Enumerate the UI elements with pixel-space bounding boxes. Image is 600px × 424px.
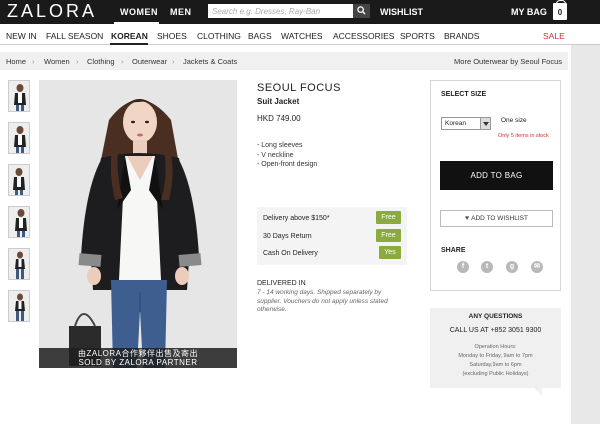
hours-line: (excluding Public Holidays) (462, 371, 529, 377)
category-brands[interactable]: BRANDS (444, 31, 479, 41)
hours-line: Monday to Friday, 9am to 7pm (458, 353, 533, 359)
questions-phone[interactable]: CALL US AT +852 3051 9300 (430, 327, 561, 334)
stock-warning: Only 5 items in stock (498, 133, 549, 139)
delivery-info-box: Delivery above $150* Free 30 Days Return… (257, 207, 407, 265)
share-title: SHARE (441, 247, 466, 254)
product-thumbnail[interactable] (8, 80, 30, 112)
zalora-logo[interactable]: ZALORA (7, 1, 97, 22)
product-thumbnail[interactable] (8, 206, 30, 238)
delivery-label: Delivery above $150* (263, 215, 330, 222)
size-option[interactable]: One size (501, 117, 527, 124)
breadcrumb-separator: › (76, 57, 79, 66)
thumbnail-image (9, 291, 29, 321)
search-input[interactable] (208, 4, 353, 18)
size-system-select[interactable]: Korean (441, 117, 491, 130)
delivered-in-text: 7 - 14 working days. Shipped separately … (257, 289, 388, 313)
facebook-icon[interactable]: f (457, 261, 469, 273)
product-features: - Long sleeves - V neckline - Open-front… (257, 141, 317, 170)
model-illustration (39, 80, 237, 368)
search-icon (357, 6, 366, 15)
delivery-badge: Free (376, 211, 401, 224)
buy-box: SELECT SIZE Korean One size Only 5 items… (430, 80, 561, 291)
partner-caption: 由ZALORA合作夥伴出售及寄出 SOLD BY ZALORA PARTNER (39, 348, 237, 368)
nav-men[interactable]: MEN (170, 7, 192, 17)
return-label: 30 Days Return (263, 233, 312, 240)
chevron-down-icon (480, 118, 490, 129)
bag-count: 0 (557, 8, 563, 17)
cod-badge: Yes (379, 246, 401, 259)
breadcrumb-separator: › (172, 57, 175, 66)
partner-caption-chinese: 由ZALORA合作夥伴出售及寄出 (77, 349, 198, 358)
category-nav: NEW IN FALL SEASON KOREAN SHOES CLOTHING… (0, 24, 600, 45)
shopping-bag-icon[interactable]: 0 (553, 0, 567, 20)
more-by-brand-link[interactable]: More Outerwear by Seoul Focus (454, 57, 562, 66)
add-to-wishlist-label: ADD TO WISHLIST (471, 215, 528, 222)
twitter-icon[interactable]: t (481, 261, 493, 273)
breadcrumb-women[interactable]: Women (44, 57, 70, 66)
product-brand[interactable]: SEOUL FOCUS (257, 82, 341, 94)
customer-service-box: ANY QUESTIONS CALL US AT +852 3051 9300 … (430, 308, 561, 396)
thumbnail-image (9, 81, 29, 111)
category-fall-season[interactable]: FALL SEASON (46, 31, 103, 41)
category-korean[interactable]: KOREAN (111, 31, 148, 41)
nav-women[interactable]: WOMEN (120, 7, 158, 17)
feature-item: - Open-front design (257, 161, 318, 168)
feature-item: - V neckline (257, 151, 294, 159)
product-thumbnail[interactable] (8, 248, 30, 280)
product-thumbnail[interactable] (8, 122, 30, 154)
thumbnail-image (9, 123, 29, 153)
size-system-value: Korean (445, 120, 466, 127)
breadcrumb-clothing[interactable]: Clothing (87, 57, 115, 66)
category-accessories[interactable]: ACCESSORIES (333, 31, 394, 41)
breadcrumb-separator: › (121, 57, 124, 66)
hours-line: Saturday,9am to 6pm (469, 362, 522, 368)
category-active-indicator (110, 43, 148, 45)
thumbnail-image (9, 249, 29, 279)
add-to-bag-button[interactable]: ADD TO BAG (440, 161, 553, 190)
partner-caption-english: SOLD BY ZALORA PARTNER (78, 358, 198, 367)
category-bags[interactable]: BAGS (248, 31, 272, 41)
wishlist-link[interactable]: WISHLIST (380, 7, 423, 17)
main-product-photo[interactable] (39, 80, 237, 368)
category-new-in[interactable]: NEW IN (6, 31, 37, 41)
category-sports[interactable]: SPORTS (400, 31, 435, 41)
add-to-wishlist-button[interactable]: ♥ ADD TO WISHLIST (440, 210, 553, 227)
category-clothing[interactable]: CLOTHING (197, 31, 241, 41)
select-size-title: SELECT SIZE (441, 91, 487, 98)
email-icon[interactable]: ✉ (531, 261, 543, 273)
my-bag-link[interactable]: MY BAG (511, 7, 547, 17)
operation-hours: Operation Hours: Monday to Friday, 9am t… (430, 343, 561, 379)
breadcrumb-jackets-coats: Jackets & Coats (183, 57, 238, 66)
cod-label: Cash On Delivery (263, 250, 318, 257)
google-plus-icon[interactable]: g (506, 261, 518, 273)
product-price: HKD 749.00 (257, 114, 301, 123)
questions-title: ANY QUESTIONS (468, 313, 523, 320)
product-thumbnail[interactable] (8, 290, 30, 322)
feature-item: - Long sleeves (257, 142, 303, 149)
heart-icon: ♥ (465, 215, 470, 222)
category-shoes[interactable]: SHOES (157, 31, 187, 41)
product-thumbnail[interactable] (8, 164, 30, 196)
category-sale[interactable]: SALE (543, 31, 565, 41)
return-badge: Free (376, 229, 401, 242)
page-gutter (571, 45, 600, 424)
breadcrumb-home[interactable]: Home (6, 57, 26, 66)
breadcrumb-separator: › (32, 57, 35, 66)
product-name: Suit Jacket (257, 97, 300, 106)
search-button[interactable] (353, 4, 370, 18)
hours-line: Operation Hours: (474, 344, 517, 350)
delivered-in-title: DELIVERED IN (257, 280, 306, 287)
thumbnail-image (9, 207, 29, 237)
thumbnail-image (9, 165, 29, 195)
breadcrumb-outerwear[interactable]: Outerwear (132, 57, 167, 66)
category-watches[interactable]: WATCHES (281, 31, 323, 41)
breadcrumb: Home › Women › Clothing › Outerwear › Ja… (0, 52, 568, 70)
top-bar: ZALORA WOMEN MEN WISHLIST MY BAG 0 (0, 0, 600, 24)
